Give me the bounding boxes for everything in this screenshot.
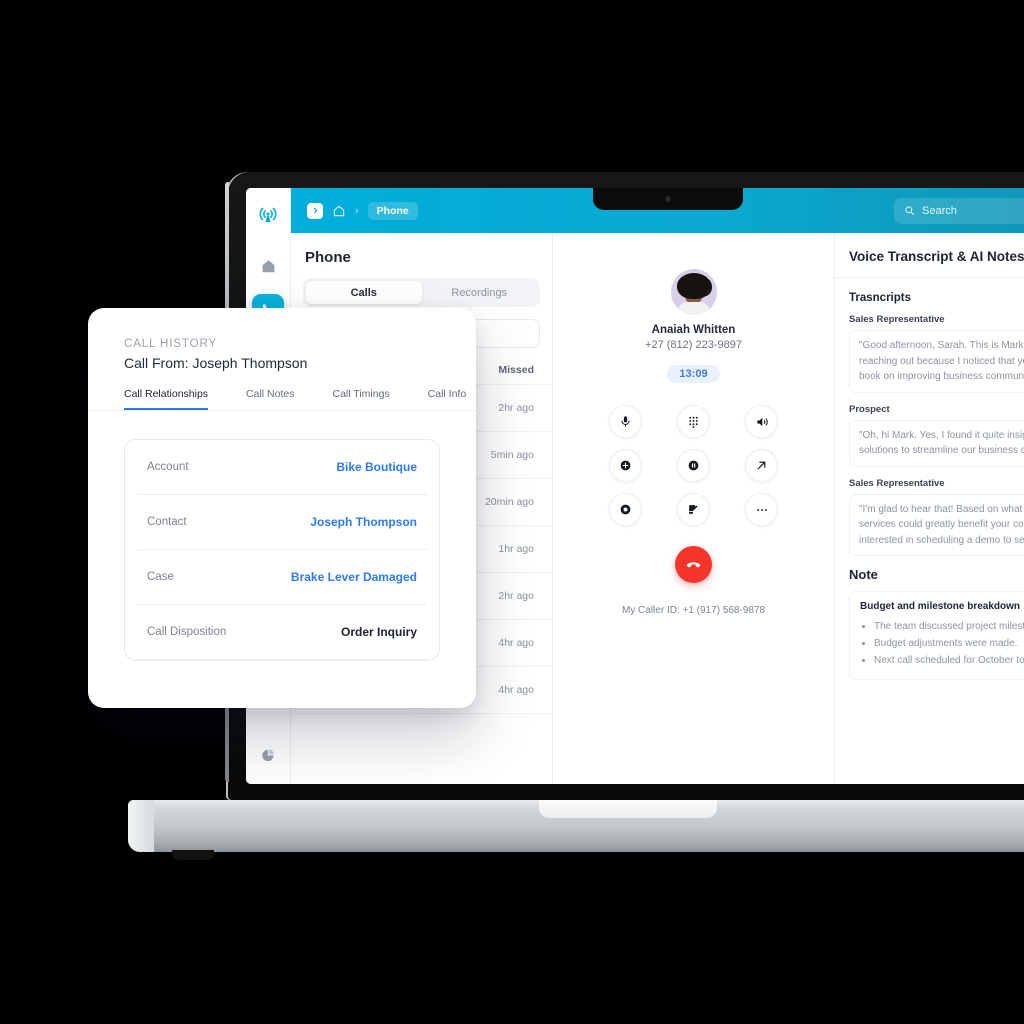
dialer-panel: Anaiah Whitten +27 (812) 223-9897 13:09 [553, 233, 835, 784]
transcript-bubble: "Good afternoon, Sarah. This is Mark fro… [849, 330, 1024, 393]
list-item: The team discussed project milestones an… [874, 619, 1024, 635]
field-value-link[interactable]: Brake Lever Damaged [291, 570, 417, 584]
call-history-title: Call From: Joseph Thompson [124, 355, 308, 371]
keypad-button[interactable] [677, 405, 710, 438]
transcripts-section-title: Trasncripts [849, 292, 911, 304]
transcript-bubble: "I'm glad to hear that! Based on what yo… [849, 493, 1024, 556]
record-button[interactable] [609, 493, 642, 526]
call-history-card: CALL HISTORY Call From: Joseph Thompson … [88, 308, 476, 708]
broadcast-antenna-icon[interactable] [253, 200, 283, 230]
laptop-base-lip [539, 800, 717, 818]
more-horizontal-icon [756, 508, 767, 511]
add-circle-icon [620, 460, 631, 471]
speaker-button[interactable] [745, 405, 778, 438]
note-edit-icon [689, 505, 698, 514]
caller-number: +27 (812) 223-9897 [645, 339, 742, 351]
screen-notch [593, 188, 743, 210]
screenshot-root: › Phone Search Phone Calls Recordings Mi… [0, 0, 1024, 1024]
dialpad-icon [689, 416, 698, 428]
call-timer: 13:09 [667, 365, 720, 383]
transcript-body: Trasncripts Sales Representative "Good a… [835, 278, 1024, 680]
phone-down-icon [686, 562, 701, 568]
speaker-icon [756, 417, 768, 426]
search-input[interactable]: Search [894, 197, 1024, 224]
page-title: Phone [305, 249, 351, 266]
call-history-tabs: Call Relationships Call Notes Call Timin… [88, 388, 476, 411]
breadcrumb-separator: › [355, 204, 359, 217]
more-button[interactable] [745, 493, 778, 526]
breadcrumb-current[interactable]: Phone [367, 201, 418, 220]
speaker-label: Sales Representative [849, 477, 945, 489]
note-title: Budget and milestone breakdown [860, 601, 1021, 612]
transcript-panel: Voice Transcript & AI Notes Trasncripts … [835, 233, 1024, 784]
pause-circle-icon [688, 460, 699, 471]
list-item: Budget adjustments were made. [874, 636, 1024, 652]
hang-up-button[interactable] [675, 546, 712, 583]
search-icon [905, 206, 915, 216]
note-card: Budget and milestone breakdown The team … [849, 591, 1024, 680]
record-icon [620, 504, 631, 515]
tab-recordings[interactable]: Recordings [422, 281, 538, 304]
transcript-bubble: "Oh, hi Mark. Yes, I found it quite insi… [849, 419, 1024, 467]
mute-button[interactable] [609, 405, 642, 438]
laptop-foot [172, 850, 214, 860]
transcript-header: Voice Transcript & AI Notes [835, 233, 1024, 278]
speaker-label: Sales Representative [849, 314, 945, 325]
field-row-call-disposition: Call Disposition Order Inquiry [137, 605, 427, 660]
list-item: Next call scheduled for October to revie… [874, 653, 1024, 669]
field-row-account: Account Bike Boutique [137, 440, 427, 495]
tab-call-relationships[interactable]: Call Relationships [124, 388, 209, 410]
sidebar-item-home[interactable] [252, 250, 284, 282]
laptop-base-edge [128, 800, 154, 852]
note-bullets: The team discussed project milestones an… [860, 619, 1024, 669]
add-call-button[interactable] [609, 449, 642, 482]
call-history-kicker: CALL HISTORY [124, 338, 218, 350]
transfer-button[interactable] [745, 449, 778, 482]
hold-button[interactable] [677, 449, 710, 482]
tab-call-notes[interactable]: Call Notes [246, 388, 294, 410]
search-placeholder: Search [922, 204, 957, 217]
note-header: Note [849, 567, 878, 582]
call-relationships-panel: Account Bike Boutique Contact Joseph Tho… [124, 439, 440, 661]
field-row-contact: Contact Joseph Thompson [137, 495, 427, 550]
camera-icon [665, 196, 671, 202]
caller-name: Anaiah Whitten [651, 324, 736, 336]
field-label: Account [147, 461, 189, 473]
field-label: Contact [147, 516, 187, 528]
breadcrumb-collapse-icon[interactable] [307, 202, 323, 219]
field-label: Call Disposition [147, 626, 227, 638]
tab-calls[interactable]: Calls [306, 281, 422, 304]
dialer-controls [603, 405, 785, 526]
field-value-link[interactable]: Bike Boutique [336, 460, 417, 474]
my-caller-id: My Caller ID: +1 (917) 568-9878 [621, 605, 766, 616]
avatar [670, 269, 717, 315]
home-icon[interactable] [332, 204, 346, 218]
laptop-base [128, 800, 1024, 860]
field-row-case: Case Brake Lever Damaged [137, 550, 427, 605]
microphone-icon [621, 416, 630, 427]
field-value-link[interactable]: Joseph Thompson [310, 515, 417, 529]
call-list-tabs: Calls Recordings [303, 278, 540, 307]
field-label: Case [147, 571, 174, 583]
field-value: Order Inquiry [340, 625, 417, 639]
arrow-up-right-icon [757, 461, 766, 470]
sidebar-item-analytics[interactable] [261, 748, 276, 768]
tab-call-info[interactable]: Call Info [428, 388, 467, 410]
speaker-label: Prospect [849, 403, 890, 415]
notes-button[interactable] [677, 493, 710, 526]
tab-call-timings[interactable]: Call Timings [332, 388, 389, 410]
